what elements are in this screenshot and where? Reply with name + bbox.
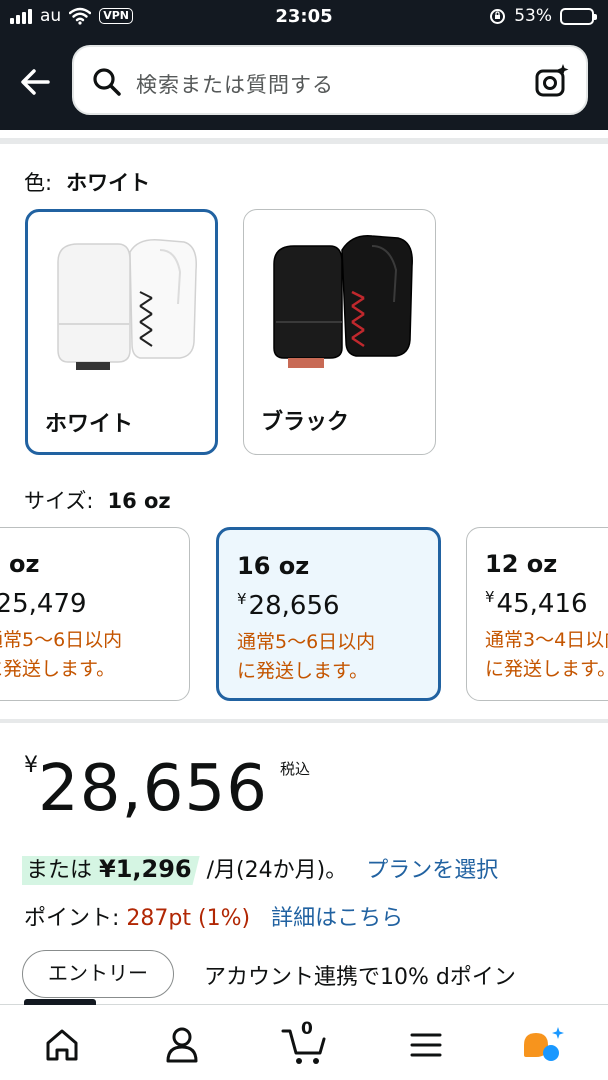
section-divider: [0, 719, 608, 723]
size-option-oz: 4 oz: [0, 550, 40, 578]
entry-button[interactable]: エントリー: [22, 950, 174, 998]
size-option-shipping: 通常5〜6日以内 に発送します。: [0, 629, 123, 680]
black-glove-image: [273, 235, 413, 368]
section-divider: [0, 138, 608, 144]
bottom-nav: 0: [0, 999, 608, 1080]
size-option-price: ¥28,656: [237, 590, 340, 621]
rotation-lock-icon: [490, 8, 506, 24]
search-placeholder: 検索または質問する: [136, 73, 334, 97]
size-label: サイズ: 16 oz: [24, 485, 171, 515]
color-selected-value: ホワイト: [66, 171, 151, 195]
home-icon[interactable]: [38, 1023, 86, 1067]
size-option-12oz[interactable]: 12 oz ¥45,416 通常3〜4日以内 に発送します。: [466, 527, 608, 701]
size-option-shipping: 通常5〜6日以内 に発送します。: [237, 631, 376, 682]
installment-term: /月(24か月)。: [206, 858, 348, 883]
size-option-oz: 12 oz: [485, 550, 558, 578]
menu-icon[interactable]: [402, 1023, 450, 1067]
white-glove-image: [57, 239, 197, 370]
points-row: ポイント: 287pt (1%) 詳細はこちら: [24, 900, 403, 932]
active-tab-indicator: [24, 999, 96, 1005]
cart-count: 0: [301, 1019, 313, 1039]
entry-row: エントリー アカウント連携で10% dポイン: [22, 950, 608, 1000]
size-option-16oz[interactable]: 16 oz ¥28,656 通常5〜6日以内 に発送します。: [216, 527, 441, 701]
back-arrow-icon[interactable]: [16, 62, 56, 102]
status-bar: au VPN 23:05 53%: [0, 0, 608, 36]
price-currency: ¥: [24, 753, 38, 778]
installment-row: または ¥1,296 /月(24か月)。 プランを選択: [22, 852, 498, 885]
size-option-shipping: 通常3〜4日以内 に発送します。: [485, 629, 608, 680]
camera-search-icon[interactable]: [534, 63, 570, 99]
size-label-text: サイズ:: [24, 489, 94, 513]
color-label-text: 色:: [24, 171, 53, 195]
points-percent: (1%): [198, 906, 251, 931]
installment-highlight: または ¥1,296: [22, 856, 200, 885]
size-carousel[interactable]: 4 oz ¥25,479 通常5〜6日以内 に発送します。 16 oz ¥28,…: [0, 527, 608, 703]
tax-note: 税込: [279, 760, 310, 778]
size-option-price: ¥25,479: [0, 589, 87, 619]
points-value: 287pt: [126, 906, 192, 931]
account-icon[interactable]: [158, 1023, 206, 1067]
points-label: ポイント:: [24, 906, 120, 931]
battery-icon: [560, 7, 597, 25]
size-option-price: ¥45,416: [485, 588, 588, 619]
search-icon: [93, 68, 121, 96]
select-plan-link[interactable]: プランを選択: [366, 858, 498, 883]
points-details-link[interactable]: 詳細はこちら: [271, 906, 403, 931]
status-right: 53%: [489, 6, 597, 26]
rufus-assistant-icon[interactable]: [520, 1023, 568, 1067]
search-bar[interactable]: 検索または質問する: [72, 45, 588, 115]
product-price: ¥28,656 税込: [24, 752, 310, 826]
color-option-name: ホワイト: [45, 412, 134, 437]
cart-button[interactable]: 0: [280, 1019, 328, 1067]
color-option-name: ブラック: [261, 410, 350, 435]
size-option-4oz[interactable]: 4 oz ¥25,479 通常5〜6日以内 に発送します。: [0, 527, 190, 701]
size-option-oz: 16 oz: [237, 552, 310, 580]
entry-promo-text: アカウント連携で10% dポイン: [204, 965, 516, 990]
color-option-white[interactable]: ホワイト: [25, 209, 218, 455]
battery-percent: 53%: [514, 6, 552, 26]
top-header: au VPN 23:05 53% 検索または質問する: [0, 0, 608, 130]
size-selected-value: 16 oz: [107, 489, 171, 513]
color-label: 色: ホワイト: [24, 167, 150, 197]
price-amount: 28,656: [38, 752, 268, 826]
color-option-black[interactable]: ブラック: [243, 209, 436, 455]
